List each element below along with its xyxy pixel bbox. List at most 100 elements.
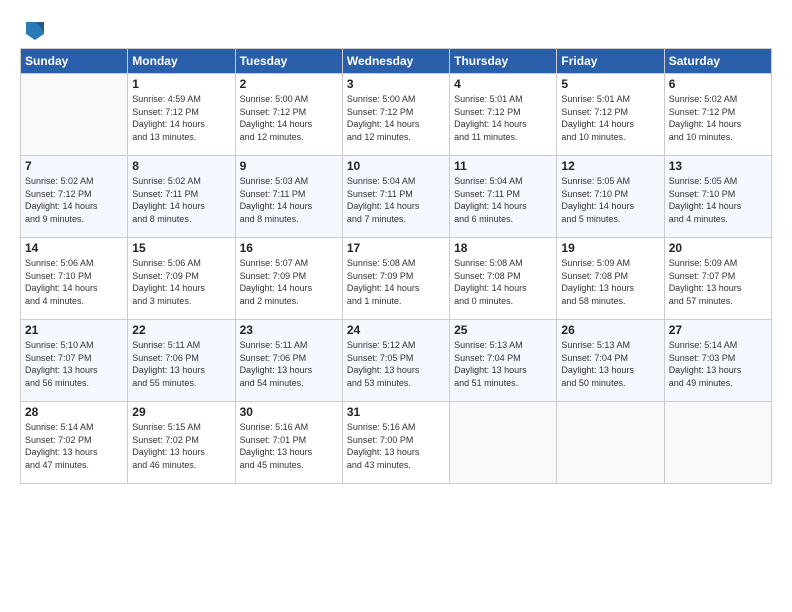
day-info: Sunrise: 5:14 AM Sunset: 7:02 PM Dayligh… [25, 421, 123, 471]
day-cell: 6 Sunrise: 5:02 AM Sunset: 7:12 PM Daylig… [664, 74, 771, 156]
day-info: Sunrise: 5:14 AM Sunset: 7:03 PM Dayligh… [669, 339, 767, 389]
day-info: Sunrise: 5:01 AM Sunset: 7:12 PM Dayligh… [561, 93, 659, 143]
day-cell: 22 Sunrise: 5:11 AM Sunset: 7:06 PM Dayli… [128, 320, 235, 402]
day-cell: 27 Sunrise: 5:14 AM Sunset: 7:03 PM Dayli… [664, 320, 771, 402]
weekday-wednesday: Wednesday [342, 49, 449, 74]
day-info: Sunrise: 5:04 AM Sunset: 7:11 PM Dayligh… [454, 175, 552, 225]
week-row-2: 7 Sunrise: 5:02 AM Sunset: 7:12 PM Daylig… [21, 156, 772, 238]
day-info: Sunrise: 5:08 AM Sunset: 7:08 PM Dayligh… [454, 257, 552, 307]
day-number: 5 [561, 77, 659, 91]
day-info: Sunrise: 5:09 AM Sunset: 7:08 PM Dayligh… [561, 257, 659, 307]
day-number: 12 [561, 159, 659, 173]
day-number: 13 [669, 159, 767, 173]
calendar-table: SundayMondayTuesdayWednesdayThursdayFrid… [20, 48, 772, 484]
day-number: 14 [25, 241, 123, 255]
logo [20, 18, 50, 42]
day-cell: 12 Sunrise: 5:05 AM Sunset: 7:10 PM Dayli… [557, 156, 664, 238]
day-number: 15 [132, 241, 230, 255]
week-row-5: 28Sunrise: 5:14 AM Sunset: 7:02 PM Dayli… [21, 402, 772, 484]
day-cell [664, 402, 771, 484]
day-number: 17 [347, 241, 445, 255]
day-number: 18 [454, 241, 552, 255]
day-cell: 18 Sunrise: 5:08 AM Sunset: 7:08 PM Dayli… [450, 238, 557, 320]
logo-icon [22, 18, 50, 46]
day-info: Sunrise: 5:11 AM Sunset: 7:06 PM Dayligh… [240, 339, 338, 389]
day-cell: 1 Sunrise: 4:59 AM Sunset: 7:12 PM Daylig… [128, 74, 235, 156]
day-number: 19 [561, 241, 659, 255]
weekday-tuesday: Tuesday [235, 49, 342, 74]
day-number: 26 [561, 323, 659, 337]
day-cell: 26 Sunrise: 5:13 AM Sunset: 7:04 PM Dayli… [557, 320, 664, 402]
day-number: 21 [25, 323, 123, 337]
day-cell: 4 Sunrise: 5:01 AM Sunset: 7:12 PM Daylig… [450, 74, 557, 156]
weekday-saturday: Saturday [664, 49, 771, 74]
day-cell [557, 402, 664, 484]
day-number: 3 [347, 77, 445, 91]
day-info: Sunrise: 5:15 AM Sunset: 7:02 PM Dayligh… [132, 421, 230, 471]
day-info: Sunrise: 5:13 AM Sunset: 7:04 PM Dayligh… [561, 339, 659, 389]
day-info: Sunrise: 5:09 AM Sunset: 7:07 PM Dayligh… [669, 257, 767, 307]
day-number: 30 [240, 405, 338, 419]
day-number: 16 [240, 241, 338, 255]
day-number: 11 [454, 159, 552, 173]
day-cell: 2Sunrise: 5:00 AM Sunset: 7:12 PM Daylig… [235, 74, 342, 156]
day-info: Sunrise: 5:02 AM Sunset: 7:12 PM Dayligh… [669, 93, 767, 143]
day-cell: 7 Sunrise: 5:02 AM Sunset: 7:12 PM Daylig… [21, 156, 128, 238]
day-number: 9 [240, 159, 338, 173]
day-info: Sunrise: 5:00 AM Sunset: 7:12 PM Dayligh… [347, 93, 445, 143]
day-number: 7 [25, 159, 123, 173]
day-number: 6 [669, 77, 767, 91]
logo-text [20, 18, 50, 46]
day-cell: 20Sunrise: 5:09 AM Sunset: 7:07 PM Dayli… [664, 238, 771, 320]
day-number: 27 [669, 323, 767, 337]
weekday-thursday: Thursday [450, 49, 557, 74]
day-info: Sunrise: 5:06 AM Sunset: 7:09 PM Dayligh… [132, 257, 230, 307]
day-cell [450, 402, 557, 484]
day-cell: 17 Sunrise: 5:08 AM Sunset: 7:09 PM Dayli… [342, 238, 449, 320]
day-number: 29 [132, 405, 230, 419]
weekday-monday: Monday [128, 49, 235, 74]
day-cell: 21 Sunrise: 5:10 AM Sunset: 7:07 PM Dayli… [21, 320, 128, 402]
day-info: Sunrise: 5:07 AM Sunset: 7:09 PM Dayligh… [240, 257, 338, 307]
week-row-4: 21 Sunrise: 5:10 AM Sunset: 7:07 PM Dayli… [21, 320, 772, 402]
header [20, 18, 772, 42]
day-cell: 13Sunrise: 5:05 AM Sunset: 7:10 PM Dayli… [664, 156, 771, 238]
day-cell: 28Sunrise: 5:14 AM Sunset: 7:02 PM Dayli… [21, 402, 128, 484]
day-info: Sunrise: 5:03 AM Sunset: 7:11 PM Dayligh… [240, 175, 338, 225]
day-number: 10 [347, 159, 445, 173]
day-info: Sunrise: 5:02 AM Sunset: 7:11 PM Dayligh… [132, 175, 230, 225]
day-cell: 15 Sunrise: 5:06 AM Sunset: 7:09 PM Dayli… [128, 238, 235, 320]
day-number: 24 [347, 323, 445, 337]
week-row-1: 1 Sunrise: 4:59 AM Sunset: 7:12 PM Daylig… [21, 74, 772, 156]
day-info: Sunrise: 5:04 AM Sunset: 7:11 PM Dayligh… [347, 175, 445, 225]
day-number: 22 [132, 323, 230, 337]
day-number: 1 [132, 77, 230, 91]
day-info: Sunrise: 5:12 AM Sunset: 7:05 PM Dayligh… [347, 339, 445, 389]
day-cell: 9 Sunrise: 5:03 AM Sunset: 7:11 PM Daylig… [235, 156, 342, 238]
day-cell: 29 Sunrise: 5:15 AM Sunset: 7:02 PM Dayli… [128, 402, 235, 484]
day-number: 4 [454, 77, 552, 91]
day-cell: 25Sunrise: 5:13 AM Sunset: 7:04 PM Dayli… [450, 320, 557, 402]
week-row-3: 14 Sunrise: 5:06 AM Sunset: 7:10 PM Dayli… [21, 238, 772, 320]
day-info: Sunrise: 5:10 AM Sunset: 7:07 PM Dayligh… [25, 339, 123, 389]
day-info: Sunrise: 4:59 AM Sunset: 7:12 PM Dayligh… [132, 93, 230, 143]
day-cell: 5 Sunrise: 5:01 AM Sunset: 7:12 PM Daylig… [557, 74, 664, 156]
day-cell: 8 Sunrise: 5:02 AM Sunset: 7:11 PM Daylig… [128, 156, 235, 238]
day-info: Sunrise: 5:11 AM Sunset: 7:06 PM Dayligh… [132, 339, 230, 389]
day-number: 8 [132, 159, 230, 173]
day-cell: 10 Sunrise: 5:04 AM Sunset: 7:11 PM Dayli… [342, 156, 449, 238]
day-info: Sunrise: 5:05 AM Sunset: 7:10 PM Dayligh… [561, 175, 659, 225]
weekday-sunday: Sunday [21, 49, 128, 74]
weekday-header-row: SundayMondayTuesdayWednesdayThursdayFrid… [21, 49, 772, 74]
day-number: 25 [454, 323, 552, 337]
day-info: Sunrise: 5:06 AM Sunset: 7:10 PM Dayligh… [25, 257, 123, 307]
day-cell: 24 Sunrise: 5:12 AM Sunset: 7:05 PM Dayli… [342, 320, 449, 402]
day-info: Sunrise: 5:01 AM Sunset: 7:12 PM Dayligh… [454, 93, 552, 143]
day-cell: 23Sunrise: 5:11 AM Sunset: 7:06 PM Dayli… [235, 320, 342, 402]
day-info: Sunrise: 5:08 AM Sunset: 7:09 PM Dayligh… [347, 257, 445, 307]
day-cell: 3 Sunrise: 5:00 AM Sunset: 7:12 PM Daylig… [342, 74, 449, 156]
day-cell: 16 Sunrise: 5:07 AM Sunset: 7:09 PM Dayli… [235, 238, 342, 320]
day-info: Sunrise: 5:16 AM Sunset: 7:01 PM Dayligh… [240, 421, 338, 471]
day-info: Sunrise: 5:02 AM Sunset: 7:12 PM Dayligh… [25, 175, 123, 225]
day-cell [21, 74, 128, 156]
